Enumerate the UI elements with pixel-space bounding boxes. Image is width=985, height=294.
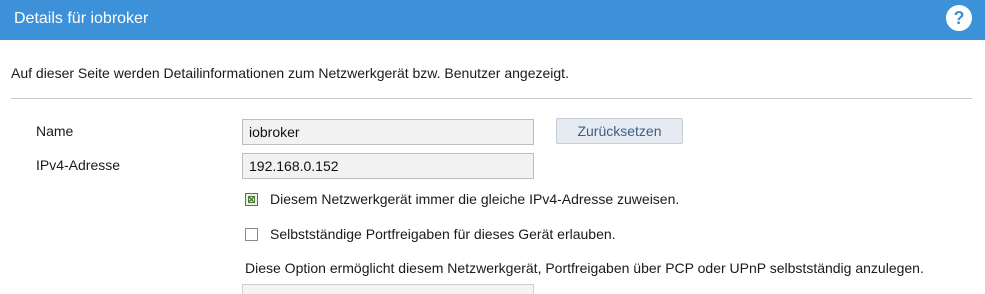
page-header: Details für iobroker ? <box>0 0 985 40</box>
name-label: Name <box>36 123 74 139</box>
port-sharing-label[interactable]: Selbstständige Portfreigaben für dieses … <box>270 225 616 243</box>
ipv4-label: IPv4-Adresse <box>36 157 121 173</box>
partial-input-field[interactable] <box>242 284 534 294</box>
reset-button[interactable]: Zurücksetzen <box>556 118 683 144</box>
same-ip-label[interactable]: Diesem Netzwerkgerät immer die gleiche I… <box>270 190 679 208</box>
divider <box>11 98 972 99</box>
page-title: Details für iobroker <box>14 10 149 27</box>
intro-text: Auf dieser Seite werden Detailinformatio… <box>11 65 569 81</box>
port-sharing-checkbox[interactable] <box>245 228 258 241</box>
ipv4-input[interactable] <box>242 153 534 179</box>
same-ip-checkbox[interactable] <box>245 193 258 206</box>
help-icon[interactable]: ? <box>946 5 972 31</box>
name-input[interactable] <box>242 119 534 145</box>
port-sharing-note: Diese Option ermöglicht diesem Netzwerkg… <box>245 260 924 276</box>
